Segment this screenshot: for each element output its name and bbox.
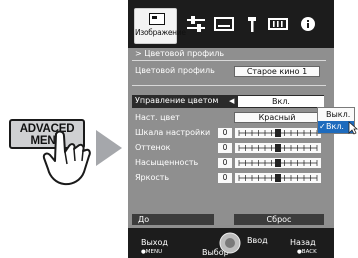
picture-icon [149,13,165,25]
tab-bar: Изображение [128,0,334,48]
reset-button[interactable]: Сброс [234,214,324,225]
set-color-select[interactable]: Красный [234,112,320,123]
tab-picture[interactable]: Изображение [134,8,186,44]
navigation-wheel-icon [219,232,241,254]
hand-press-icon [42,130,91,186]
slider-value: 0 [218,173,232,183]
back-label[interactable]: Назад [290,238,316,247]
slider-label: Шкала настройки [135,128,211,137]
slider-knob[interactable] [275,159,281,167]
breadcrumb: > Цветовой профиль [135,49,225,58]
screen-icon[interactable] [214,16,234,32]
tab-picture-label: Изображение [135,28,186,37]
exit-label[interactable]: Выход [141,238,168,247]
footer-bar: Выход ●MENU Выбор Ввод Назад ●BACK [128,228,334,258]
color-profile-label: Цветовой профиль [135,66,215,75]
before-button[interactable]: До [132,214,214,225]
slider-label: Оттенок [135,143,171,152]
dropdown-option-on-label: Вкл. [326,122,344,131]
info-icon[interactable] [298,16,318,32]
color-management-row[interactable]: Управление цветом ◀ Вкл. [132,95,324,108]
slider-track[interactable] [235,143,321,153]
slider-value: 0 [218,128,232,138]
slider-row[interactable]: Насыщенность 0 [135,158,325,169]
slider-track[interactable] [235,158,321,168]
slider-knob[interactable] [275,144,281,152]
slider-label: Яркость [135,173,170,182]
slider-value: 0 [218,143,232,153]
divider [132,60,326,61]
network-icon[interactable] [268,16,288,32]
wrench-icon[interactable] [242,16,262,32]
check-icon: ✓ [319,122,326,131]
divider [132,85,326,86]
chevron-left-icon[interactable]: ◀ [229,97,234,105]
mouse-cursor-icon [348,121,358,135]
enter-label: Ввод [247,236,268,245]
color-management-label: Управление цветом [135,96,219,105]
set-color-label: Наст. цвет [135,113,180,122]
slider-knob[interactable] [275,174,281,182]
slider-knob[interactable] [275,129,281,137]
slider-row[interactable]: Яркость 0 [135,173,325,184]
arrow-right-icon [96,130,122,166]
adjust-sliders-icon[interactable] [186,16,206,32]
slider-track[interactable] [235,128,321,138]
dropdown-option-off[interactable]: Выкл. [326,110,350,119]
color-profile-select[interactable]: Старое кино 1 [234,66,320,77]
color-management-select[interactable]: Вкл. [238,96,324,107]
slider-label: Насыщенность [135,158,199,167]
slider-row[interactable]: Оттенок 0 [135,143,325,154]
slider-track[interactable] [235,173,321,183]
exit-key-hint: ●MENU [141,249,163,255]
osd-menu-panel: Изображение > Цветовой профиль Цветовой … [128,0,334,258]
slider-value: 0 [218,158,232,168]
back-key-hint: ●BACK [297,249,317,255]
slider-row[interactable]: Шкала настройки 0 [135,128,325,139]
